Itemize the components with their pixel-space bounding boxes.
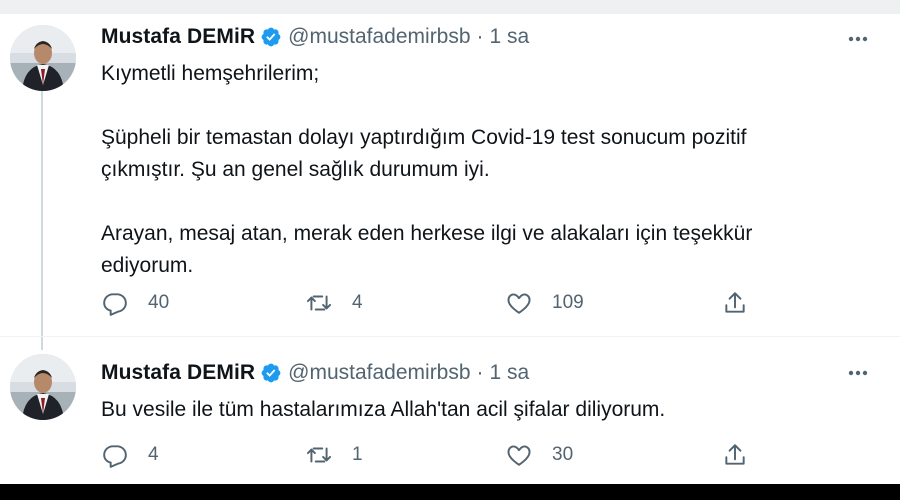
retweet-count: 1 bbox=[352, 444, 363, 465]
author-handle[interactable]: @mustafademirbsb bbox=[288, 361, 470, 385]
retweet-count: 4 bbox=[352, 292, 363, 313]
like-icon bbox=[507, 293, 531, 314]
like-icon bbox=[507, 445, 531, 466]
verified-badge-icon bbox=[261, 363, 281, 383]
top-strip bbox=[0, 0, 900, 14]
tweet-text: Bu vesile ile tüm hastalarımıza Allah'ta… bbox=[101, 394, 861, 426]
reply-count: 40 bbox=[148, 292, 170, 313]
tweet-header: Mustafa DEMiR @mustafademirbsb · 1 sa bbox=[101, 24, 529, 50]
tweet-header: Mustafa DEMiR @mustafademirbsb · 1 sa bbox=[101, 360, 529, 386]
retweet-button[interactable]: 1 bbox=[306, 440, 363, 470]
author-name[interactable]: Mustafa DEMiR bbox=[101, 361, 255, 385]
tweet-actions: 4 1 30 bbox=[96, 440, 776, 470]
like-button[interactable]: 109 bbox=[506, 288, 584, 318]
bottom-bar bbox=[0, 484, 900, 500]
avatar[interactable] bbox=[10, 25, 76, 91]
retweet-icon bbox=[306, 295, 332, 311]
share-icon bbox=[725, 444, 745, 465]
author-name[interactable]: Mustafa DEMiR bbox=[101, 25, 255, 49]
like-count: 109 bbox=[552, 292, 584, 313]
retweet-icon bbox=[306, 447, 332, 463]
more-options-icon[interactable] bbox=[844, 27, 872, 51]
tweet[interactable]: Mustafa DEMiR @mustafademirbsb · 1 sa Bu… bbox=[0, 336, 900, 485]
like-button[interactable]: 30 bbox=[506, 440, 573, 470]
share-icon bbox=[725, 292, 745, 313]
tweet-text: Kıymetli hemşehrilerim; Şüpheli bir tema… bbox=[101, 58, 861, 282]
verified-badge-icon bbox=[261, 27, 281, 47]
more-options-icon[interactable] bbox=[844, 361, 872, 385]
reply-icon bbox=[103, 293, 127, 316]
tweet-line: Kıymetli hemşehrilerim; bbox=[101, 62, 320, 85]
reply-count: 4 bbox=[148, 444, 159, 465]
timestamp[interactable]: 1 sa bbox=[490, 25, 530, 49]
timestamp[interactable]: 1 sa bbox=[490, 361, 530, 385]
tweet-line: çıkmıştır. Şu an genel sağlık durumum iy… bbox=[101, 158, 490, 181]
tweet-line: Arayan, mesaj atan, merak eden herkese i… bbox=[101, 222, 753, 245]
avatar[interactable] bbox=[10, 354, 76, 420]
reply-icon bbox=[103, 445, 127, 468]
tweet-line: ediyorum. bbox=[101, 254, 194, 277]
retweet-button[interactable]: 4 bbox=[306, 288, 363, 318]
reply-button[interactable]: 40 bbox=[102, 288, 169, 318]
like-count: 30 bbox=[552, 444, 574, 465]
separator-dot: · bbox=[476, 25, 484, 48]
share-button[interactable] bbox=[722, 440, 748, 470]
author-handle[interactable]: @mustafademirbsb bbox=[288, 25, 470, 49]
tweet-line: Bu vesile ile tüm hastalarımıza Allah'ta… bbox=[101, 398, 666, 421]
separator-dot: · bbox=[476, 361, 484, 384]
tweet-actions: 40 4 109 bbox=[96, 288, 776, 318]
reply-button[interactable]: 4 bbox=[102, 440, 159, 470]
share-button[interactable] bbox=[722, 288, 748, 318]
tweet[interactable]: Mustafa DEMiR @mustafademirbsb · 1 sa Kı… bbox=[0, 14, 900, 336]
tweet-line: Şüpheli bir temastan dolayı yaptırdığım … bbox=[101, 126, 747, 149]
